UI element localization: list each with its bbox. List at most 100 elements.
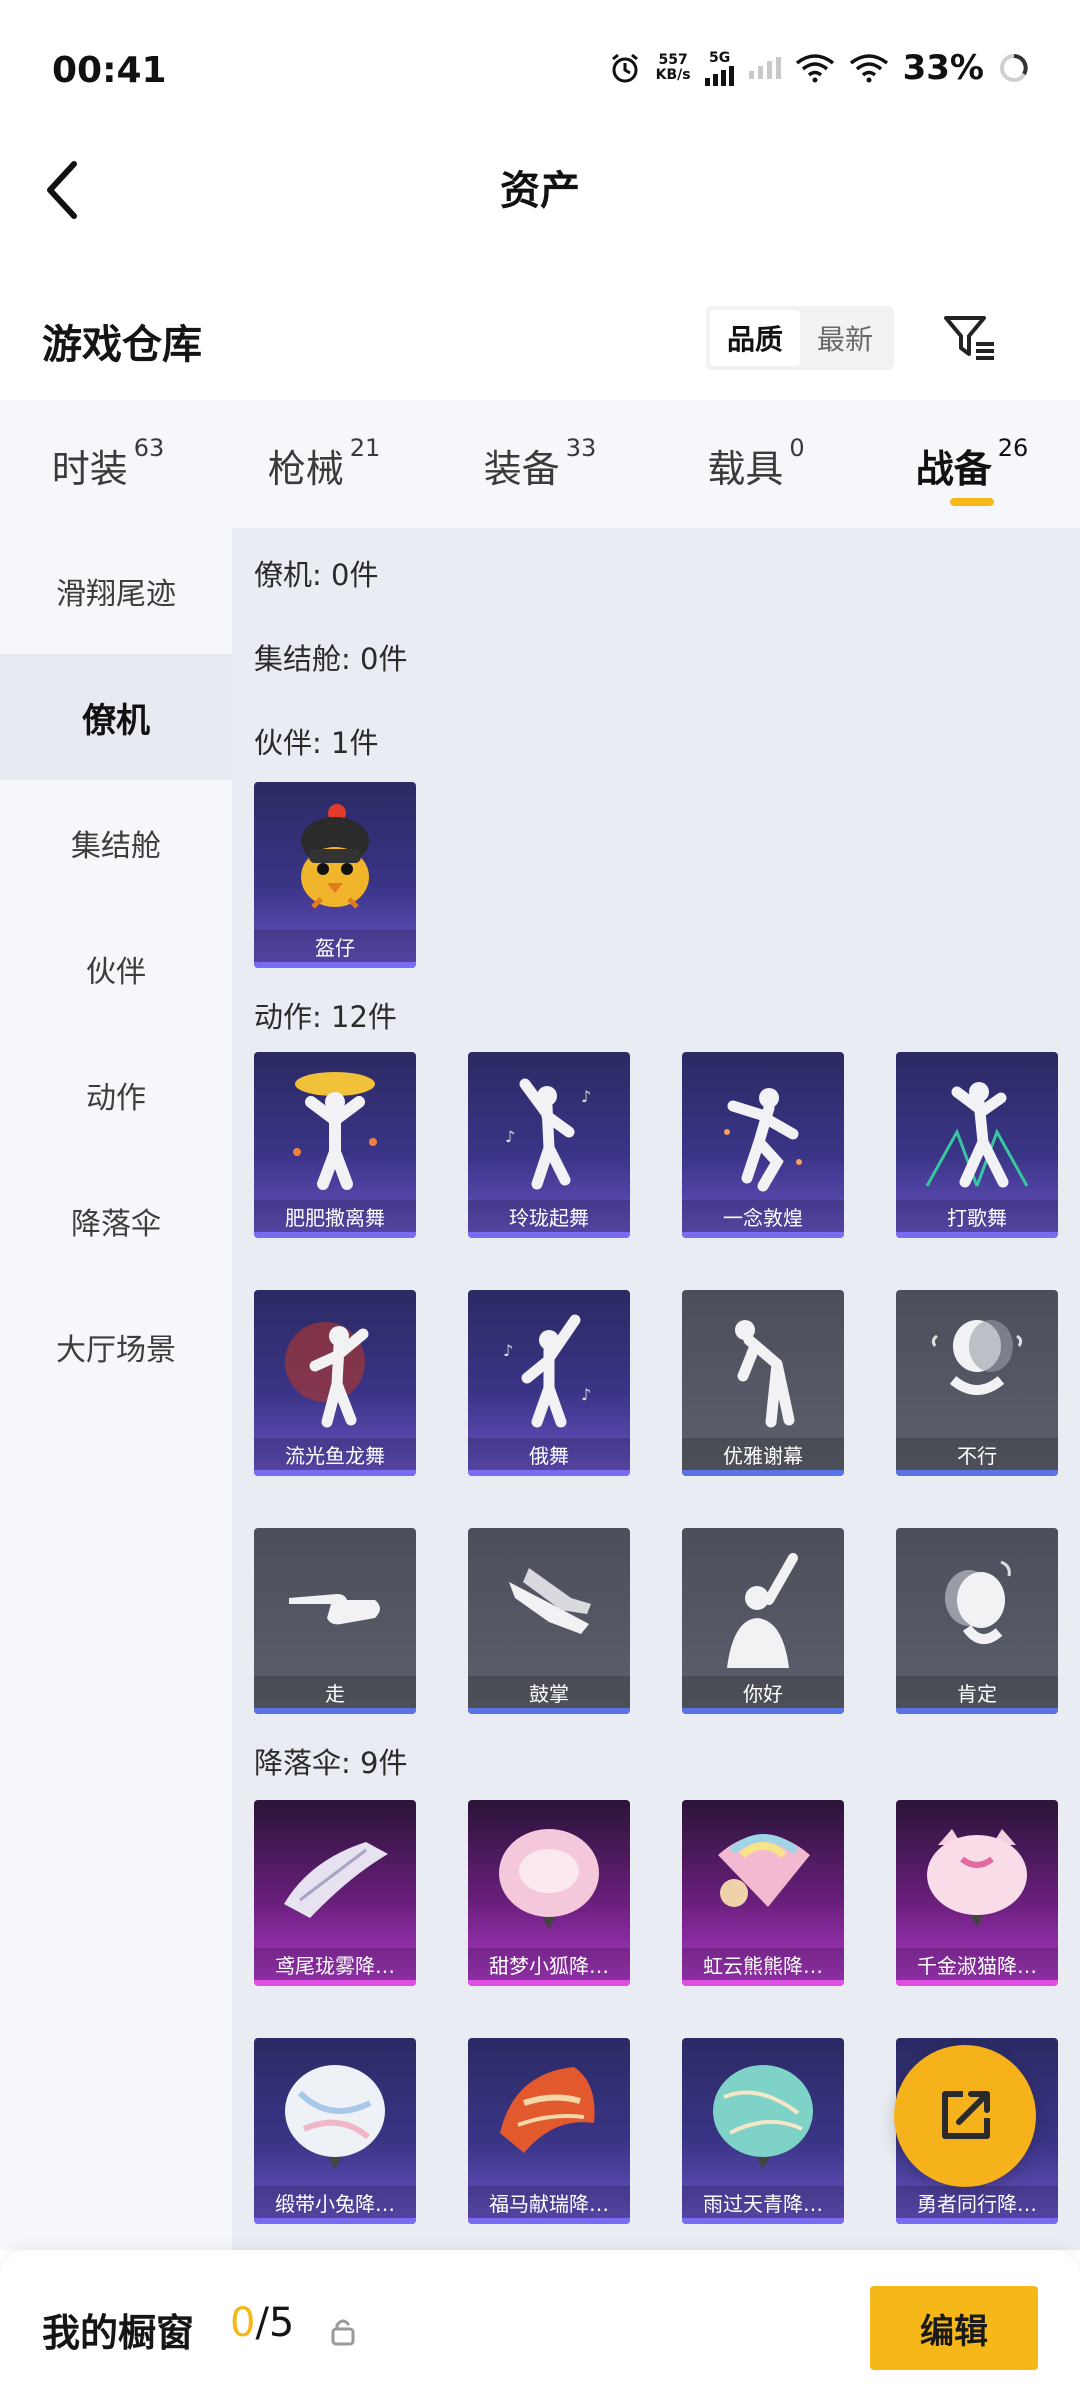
side-item-parachute[interactable]: 降落伞 — [0, 1158, 232, 1284]
item-card[interactable]: 打歌舞 — [896, 1052, 1058, 1238]
filter-icon — [944, 316, 994, 360]
rarity-bar — [896, 1232, 1058, 1238]
side-item-wingman[interactable]: 僚机 — [0, 654, 232, 780]
svg-text:♪: ♪ — [503, 1341, 513, 1360]
item-card[interactable]: 走 — [254, 1528, 416, 1714]
tab-fashion[interactable]: 时装 63 — [0, 400, 216, 528]
rarity-bar — [682, 1708, 844, 1714]
wifi-icon — [849, 54, 888, 83]
share-button[interactable] — [894, 2045, 1036, 2187]
rarity-bar — [468, 1232, 630, 1238]
rarity-bar — [254, 962, 416, 968]
page-title: 资产 — [500, 168, 580, 214]
item-card[interactable]: 盔仔 — [254, 782, 416, 968]
tab-count: 26 — [997, 434, 1029, 462]
item-card[interactable]: 鸢尾珑雾降… — [254, 1800, 416, 1986]
tab-weapons[interactable]: 枪械 21 — [216, 400, 432, 528]
item-name: 甜梦小狐降… — [468, 1948, 630, 1980]
tab-label: 载具 — [707, 447, 784, 491]
rarity-bar — [896, 1980, 1058, 1986]
parachute-icon — [500, 2067, 595, 2153]
helmet-chick-icon — [301, 804, 369, 909]
emote-art — [682, 1290, 844, 1440]
group-title-companion: 伙伴: 1件 — [254, 726, 379, 760]
item-card[interactable]: 鼓掌 — [468, 1528, 630, 1714]
item-name: 虹云熊熊降… — [682, 1948, 844, 1980]
item-card[interactable]: 肥肥撒离舞 — [254, 1052, 416, 1238]
item-card[interactable]: 福马献瑞降… — [468, 2038, 630, 2224]
item-card[interactable]: 雨过天青降… — [682, 2038, 844, 2224]
net-speed-value: 557 — [658, 52, 688, 68]
item-card[interactable]: 一念敦煌 — [682, 1052, 844, 1238]
tab-vehicles[interactable]: 载具 0 — [648, 400, 864, 528]
item-name: 鼓掌 — [468, 1676, 630, 1708]
tab-label: 枪械 — [267, 447, 344, 491]
tab-count: 63 — [133, 434, 165, 462]
rarity-bar — [896, 1708, 1058, 1714]
showcase-count: 0/5 — [230, 2300, 294, 2346]
item-card[interactable]: 甜梦小狐降… — [468, 1800, 630, 1986]
item-card[interactable]: 虹云熊熊降… — [682, 1800, 844, 1986]
emote-art: ♪ ♪ — [468, 1290, 630, 1440]
net-speed-unit: KB/s — [655, 67, 691, 83]
dancer-icon — [293, 1072, 377, 1190]
item-name: 俄舞 — [468, 1438, 630, 1470]
sort-option-quality[interactable]: 品质 — [710, 310, 800, 366]
nodding-head-icon — [945, 1560, 1011, 1644]
section-header: 游戏仓库 品质 最新 — [0, 290, 1080, 400]
emote-art — [682, 1052, 844, 1202]
status-bar: 00:41 557 KB/s 5G 33% — [0, 0, 1080, 140]
parachute-art — [896, 1800, 1058, 1950]
companion-art — [254, 782, 416, 932]
category-tabs: 时装 63 枪械 21 装备 33 载具 0 战备 26 — [0, 400, 1080, 528]
tab-equipment[interactable]: 装备 33 — [432, 400, 648, 528]
rarity-bar — [896, 1470, 1058, 1476]
item-name: 优雅谢幕 — [682, 1438, 844, 1470]
side-item-emote[interactable]: 动作 — [0, 1032, 232, 1158]
rarity-bar — [896, 2218, 1058, 2224]
lock-icon — [331, 2319, 355, 2346]
tab-count: 0 — [789, 434, 805, 462]
parachute-icon — [284, 1842, 388, 1918]
item-card[interactable]: 缎带小兔降… — [254, 2038, 416, 2224]
sort-option-newest[interactable]: 最新 — [800, 310, 890, 366]
item-card[interactable]: 流光鱼龙舞 — [254, 1290, 416, 1476]
filter-button[interactable] — [940, 308, 1000, 368]
edit-button[interactable]: 编辑 — [870, 2286, 1038, 2370]
item-name: 玲珑起舞 — [468, 1200, 630, 1232]
share-icon — [942, 2091, 990, 2139]
item-card[interactable]: 肯定 — [896, 1528, 1058, 1714]
item-card[interactable]: ♪ ♪ 玲珑起舞 — [468, 1052, 630, 1238]
side-item-rally-pod[interactable]: 集结舱 — [0, 780, 232, 906]
dancer-icon — [724, 1088, 802, 1192]
emote-art — [254, 1290, 416, 1440]
item-name: 一念敦煌 — [682, 1200, 844, 1232]
side-item-companion[interactable]: 伙伴 — [0, 906, 232, 1032]
item-card[interactable]: 优雅谢幕 — [682, 1290, 844, 1476]
emote-art — [468, 1528, 630, 1678]
status-icons: 557 KB/s 5G 33% — [608, 48, 1030, 88]
item-name: 雨过天青降… — [682, 2186, 844, 2218]
side-item-glide-trail[interactable]: 滑翔尾迹 — [0, 528, 232, 654]
svg-text:♪: ♪ — [505, 1127, 515, 1146]
parachute-art — [254, 2038, 416, 2188]
rarity-bar — [254, 1980, 416, 1986]
tab-battle-prep[interactable]: 战备 26 — [864, 400, 1080, 528]
item-name: 缎带小兔降… — [254, 2186, 416, 2218]
parachute-icon — [927, 1829, 1027, 1927]
parachute-icon — [713, 2065, 813, 2169]
network-type: 5G — [708, 50, 731, 66]
signal-5g: 5G — [704, 50, 735, 86]
side-item-lobby-scene[interactable]: 大厅场景 — [0, 1284, 232, 1410]
side-nav: 滑翔尾迹 僚机 集结舱 伙伴 动作 降落伞 大厅场景 — [0, 528, 232, 2250]
item-card[interactable]: ♪ ♪ 俄舞 — [468, 1290, 630, 1476]
item-card[interactable]: 千金淑猫降… — [896, 1800, 1058, 1986]
battery-icon — [1000, 54, 1028, 82]
rarity-bar — [682, 1232, 844, 1238]
tab-count: 33 — [565, 434, 597, 462]
net-speed: 557 KB/s — [656, 53, 691, 83]
item-card[interactable]: 你好 — [682, 1528, 844, 1714]
group-title-pod: 集结舱: 0件 — [254, 642, 408, 676]
item-card[interactable]: 不行 — [896, 1290, 1058, 1476]
item-name: 肥肥撒离舞 — [254, 1200, 416, 1232]
